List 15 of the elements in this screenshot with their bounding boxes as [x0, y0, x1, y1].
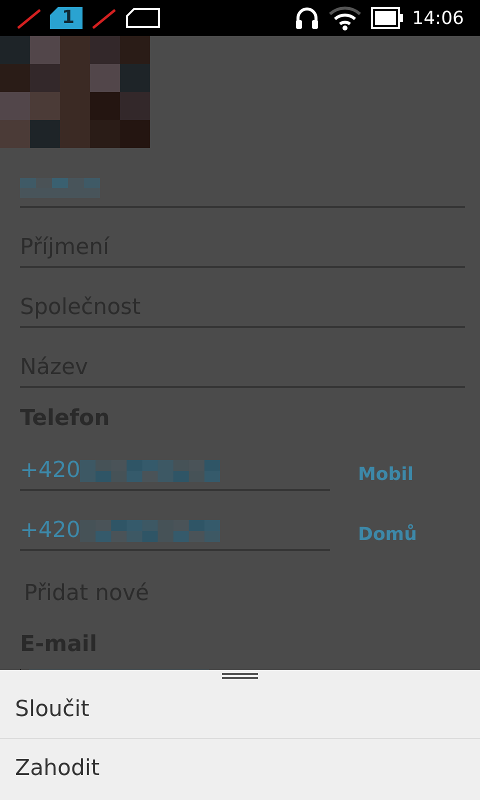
clock-time: 14:06	[412, 8, 464, 28]
headphones-icon	[294, 6, 320, 30]
phone-type-label[interactable]: Domů	[358, 524, 417, 551]
phone-type-label[interactable]: Mobil	[358, 464, 414, 491]
drag-handle-icon	[222, 672, 258, 680]
sim-badge: 1	[50, 7, 83, 29]
no-signal-icon	[16, 6, 42, 30]
wifi-icon	[328, 5, 362, 31]
battery-icon	[370, 6, 404, 30]
phone-field[interactable]: +420	[20, 458, 330, 491]
no-signal-icon	[90, 6, 117, 30]
menu-item[interactable]: Sloučit	[0, 680, 480, 738]
menu-item[interactable]: Zahodit	[0, 738, 480, 797]
phone-field[interactable]: +420	[20, 518, 330, 551]
sim-card-icon	[124, 7, 161, 29]
